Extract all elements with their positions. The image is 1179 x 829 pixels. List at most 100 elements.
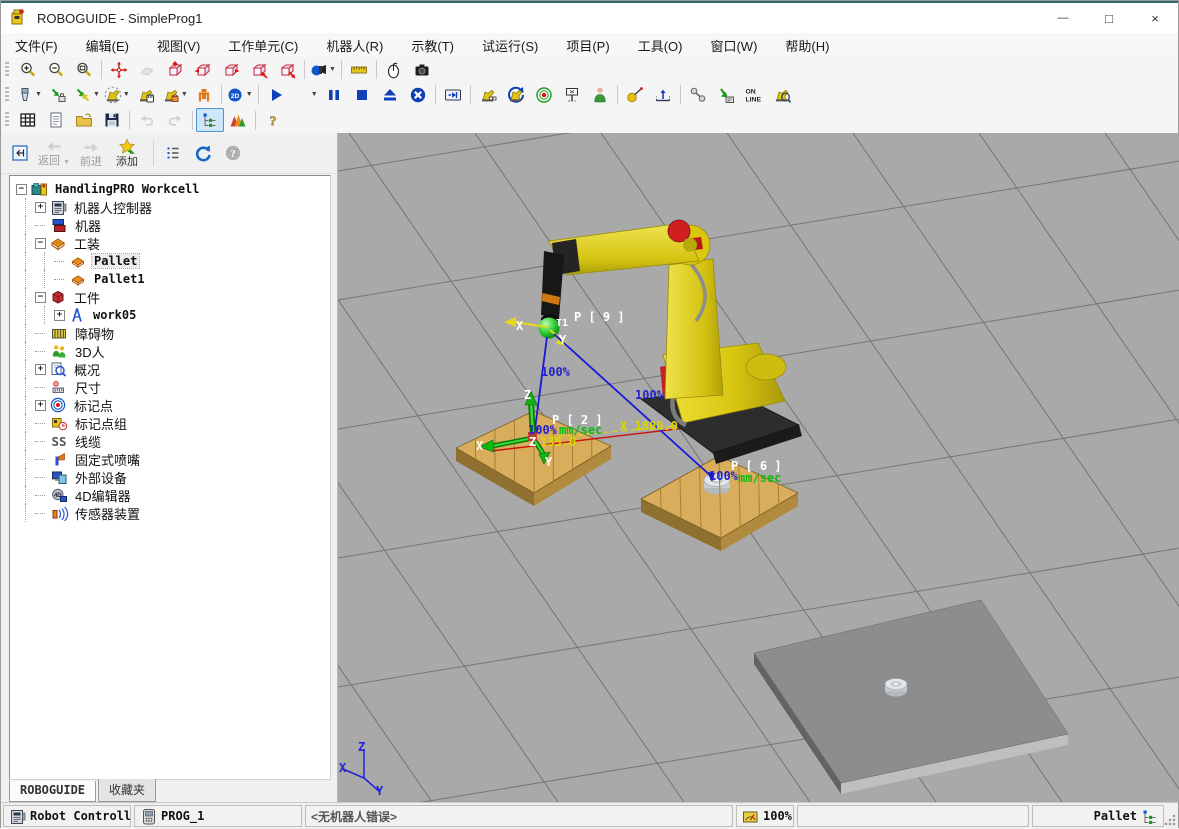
toolbar-grip[interactable] [5, 87, 9, 103]
status-selected-object[interactable]: Pallet [1032, 805, 1164, 827]
save-cell-button[interactable] [98, 108, 126, 132]
view-right-button[interactable] [217, 58, 245, 82]
move-to-hand-button[interactable] [132, 83, 160, 107]
open-cell-button[interactable] [70, 108, 98, 132]
window-resize-grip[interactable] [1164, 814, 1176, 826]
menu-teach[interactable]: 示教(T) [397, 33, 468, 58]
new-cell-button[interactable] [14, 108, 42, 132]
tree-item-传感器装置[interactable]: 传感器装置 [16, 504, 330, 522]
add-robot-button[interactable] [474, 83, 502, 107]
tree-item-pallet[interactable]: Pallet [16, 252, 330, 270]
outline-button[interactable] [160, 139, 186, 167]
tree-item-work05[interactable]: +work05 [16, 306, 330, 324]
toolbar-grip[interactable] [5, 112, 9, 128]
zoom-out-button[interactable] [42, 58, 70, 82]
redo-button[interactable] [161, 108, 189, 132]
tab-favorites[interactable]: 收藏夹 [98, 779, 156, 802]
tree-item-机器[interactable]: 机器 [16, 216, 330, 234]
view-farther-button[interactable] [273, 58, 301, 82]
viewport-3d[interactable]: P [ 9 ]T1XY100%100%ZP [ 2 ]100%mm/secZ13… [338, 133, 1179, 802]
cycle-start-button[interactable] [262, 83, 290, 107]
tree-item-工件[interactable]: −工件 [16, 288, 330, 306]
dip-tool-button[interactable] [649, 83, 677, 107]
view-left-button[interactable] [189, 58, 217, 82]
camera-view-dropdown[interactable]: ▼ [308, 58, 338, 82]
help-button[interactable]: ? [259, 108, 287, 132]
teach-tool-dropdown[interactable]: ▼ [160, 83, 190, 107]
workcell-tree[interactable]: −HandlingPRO Workcell+机器人控制器机器−工装PalletP… [9, 175, 331, 780]
dock-button[interactable] [7, 139, 33, 167]
measure-button[interactable] [345, 58, 373, 82]
tree-item-概况[interactable]: +概况 [16, 360, 330, 378]
tree-item-pallet1[interactable]: Pallet1 [16, 270, 330, 288]
robot-finder-button[interactable] [768, 83, 796, 107]
end-effector[interactable] [541, 251, 564, 324]
center-view-button[interactable] [105, 58, 133, 82]
menu-cell[interactable]: 工作单元(C) [214, 33, 312, 58]
work-plate[interactable] [754, 600, 1068, 794]
tree-expand-toggle[interactable]: + [35, 202, 46, 213]
menu-tools[interactable]: 工具(O) [624, 33, 697, 58]
online-mode-button[interactable]: ONLINE [740, 83, 768, 107]
tree-expand-toggle[interactable]: − [35, 292, 46, 303]
tree-item-尺寸[interactable]: 尺寸 [16, 378, 330, 396]
zoom-fit-button[interactable] [161, 58, 189, 82]
fault-reset-button[interactable] [376, 83, 404, 107]
tree-item-handlingpro-workcell[interactable]: −HandlingPRO Workcell [16, 180, 330, 198]
jog-lock-button[interactable] [44, 83, 72, 107]
back-button[interactable]: 返回 ▼ [37, 134, 71, 172]
undo-button[interactable] [133, 108, 161, 132]
tree-item-线缆[interactable]: SS线缆 [16, 432, 330, 450]
refresh-button[interactable] [190, 139, 216, 167]
menu-window[interactable]: 窗口(W) [696, 33, 771, 58]
show-2d-dropdown[interactable]: 2D▼ [225, 83, 255, 107]
panel-help-button[interactable]: ? [220, 139, 246, 167]
profiler-button[interactable] [224, 108, 252, 132]
minimize-button[interactable]: — [1040, 3, 1086, 33]
cell-browser-button[interactable] [196, 108, 224, 132]
tree-expand-toggle[interactable]: + [35, 364, 46, 375]
zoom-in-button[interactable] [14, 58, 42, 82]
gripper-button[interactable] [190, 83, 218, 107]
menu-help[interactable]: 帮助(H) [771, 33, 843, 58]
part-on-plate[interactable] [885, 679, 907, 697]
abort-button[interactable] [404, 83, 432, 107]
mouse-preference-button[interactable] [380, 58, 408, 82]
zoom-window-button[interactable] [70, 58, 98, 82]
run-options-dropdown[interactable]: ▼ [290, 83, 320, 107]
forward-button[interactable]: 前进 [75, 134, 107, 172]
stop-button[interactable] [348, 83, 376, 107]
jog-coord-dropdown[interactable]: ▼ [72, 83, 102, 107]
per-cycle-button[interactable] [502, 83, 530, 107]
add-button[interactable]: 添加 [111, 134, 143, 172]
menu-project[interactable]: 项目(P) [552, 33, 623, 58]
tree-expand-toggle[interactable]: + [54, 310, 65, 321]
sync-motion-button[interactable] [439, 83, 467, 107]
tooling-dropdown[interactable]: ▼ [14, 83, 44, 107]
online-sync-button[interactable] [712, 83, 740, 107]
human-model-button[interactable] [586, 83, 614, 107]
close-button[interactable]: × [1132, 3, 1178, 33]
tree-item-障碍物[interactable]: 障碍物 [16, 324, 330, 342]
pan-view-button[interactable] [133, 58, 161, 82]
tree-item-标记点[interactable]: +标记点 [16, 396, 330, 414]
tree-expand-toggle[interactable]: + [35, 400, 46, 411]
spray-nozzle-button[interactable] [621, 83, 649, 107]
tree-item-3d人[interactable]: 3D人 [16, 342, 330, 360]
tree-expand-toggle[interactable]: − [35, 238, 46, 249]
status-program[interactable]: PROG_1 [134, 805, 302, 827]
tree-item-标记点组[interactable]: 标记点组 [16, 414, 330, 432]
target-point-button[interactable] [530, 83, 558, 107]
menu-robot[interactable]: 机器人(R) [312, 33, 397, 58]
status-controller[interactable]: Robot Controller1 [3, 805, 131, 827]
joint-tool-button[interactable] [684, 83, 712, 107]
maximize-button[interactable]: □ [1086, 3, 1132, 33]
view-closer-button[interactable] [245, 58, 273, 82]
tree-expand-toggle[interactable]: − [16, 184, 27, 195]
tree-item-机器人控制器[interactable]: +机器人控制器 [16, 198, 330, 216]
menu-edit[interactable]: 编辑(E) [72, 33, 143, 58]
tree-item-4d编辑器[interactable]: 4D4D编辑器 [16, 486, 330, 504]
menu-test-run[interactable]: 试运行(S) [468, 33, 552, 58]
snapshot-button[interactable] [408, 58, 436, 82]
toolbar-grip[interactable] [5, 62, 9, 78]
